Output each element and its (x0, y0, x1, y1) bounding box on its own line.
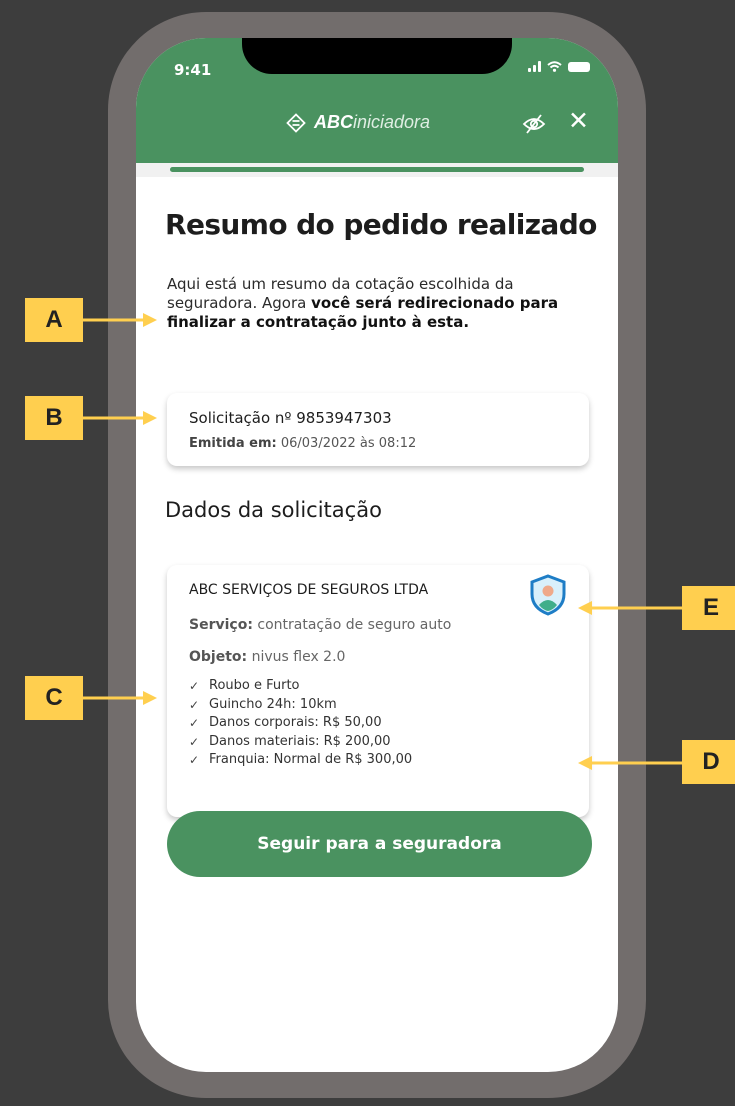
coverage-label: Guincho 24h: 10km (209, 696, 337, 712)
arrow-icon (578, 756, 682, 770)
object-line: Objeto: nivus flex 2.0 (189, 649, 345, 665)
company-name: ABC SERVIÇOS DE SEGUROS LTDA (189, 582, 429, 598)
coverage-item: ✓ Danos corporais: R$ 50,00 (189, 714, 412, 733)
coverage-item: ✓ Danos materiais: R$ 200,00 (189, 733, 412, 752)
battery-icon (568, 61, 590, 72)
coverage-item: ✓ Roubo e Furto (189, 677, 412, 696)
page-title: Resumo do pedido realizado (165, 208, 597, 241)
callout-a: A (25, 298, 83, 342)
check-icon: ✓ (189, 753, 200, 767)
callout-b: B (25, 396, 83, 440)
phone-notch (242, 38, 512, 74)
service-value: contratação de seguro auto (252, 617, 452, 633)
shield-user-icon (530, 574, 566, 616)
request-date: Emitida em: 06/03/2022 às 08:12 (189, 436, 416, 451)
brand-logo: ABCiniciadora (286, 112, 430, 133)
progress-fill (170, 167, 584, 172)
service-label: Serviço: (189, 617, 253, 633)
check-icon: ✓ (189, 697, 200, 712)
object-value: nivus flex 2.0 (247, 649, 346, 665)
wifi-icon (547, 61, 562, 72)
progress-bar (136, 163, 618, 177)
coverage-label: Danos corporais: R$ 50,00 (209, 715, 382, 730)
app-header: 9:41 ABCiniciadora ✕ (136, 38, 618, 163)
arrow-icon (83, 691, 157, 705)
service-line: Serviço: contratação de seguro auto (189, 617, 451, 633)
eye-off-icon[interactable] (522, 113, 546, 135)
issued-value: 06/03/2022 às 08:12 (276, 436, 417, 451)
callout-e: E (682, 586, 735, 630)
coverage-item: ✓ Guincho 24h: 10km (189, 696, 412, 715)
object-label: Objeto: (189, 649, 248, 665)
check-icon: ✓ (189, 679, 200, 693)
request-number: Solicitação nº 9853947303 (189, 409, 392, 427)
coverage-item: ✓ Franquia: Normal de R$ 300,00 (189, 751, 412, 770)
callout-c: C (25, 676, 83, 720)
continue-to-insurer-button[interactable]: Seguir para a seguradora (167, 811, 592, 877)
request-card: Solicitação nº 9853947303 Emitida em: 06… (167, 393, 589, 466)
arrow-icon (83, 313, 157, 327)
issued-label: Emitida em: (189, 436, 277, 451)
coverage-list: ✓ Roubo e Furto ✓ Guincho 24h: 10km ✓ Danos… (189, 677, 412, 770)
arrow-icon (578, 601, 682, 615)
section-title: Dados da solicitação (165, 498, 382, 522)
coverage-label: Franquia: Normal de R$ 300,00 (209, 752, 413, 767)
status-time: 9:41 (174, 61, 212, 79)
details-card: ABC SERVIÇOS DE SEGUROS LTDA Serviço: co… (167, 565, 589, 817)
status-icons (528, 61, 590, 72)
check-icon: ✓ (189, 734, 200, 749)
phone-screen: 9:41 ABCiniciadora ✕ Resumo do pedido re… (136, 38, 618, 1072)
close-icon[interactable]: ✕ (568, 106, 589, 136)
signal-icon (528, 61, 541, 72)
brand-name: ABCiniciadora (314, 112, 431, 132)
arrow-icon (83, 411, 157, 425)
callout-d: D (682, 740, 735, 784)
check-icon: ✓ (189, 716, 200, 730)
logo-icon (286, 112, 306, 133)
coverage-label: Roubo e Furto (209, 678, 300, 693)
coverage-label: Danos materiais: R$ 200,00 (209, 733, 391, 749)
intro-text: Aqui está um resumo da cotação escolhida… (167, 275, 597, 332)
